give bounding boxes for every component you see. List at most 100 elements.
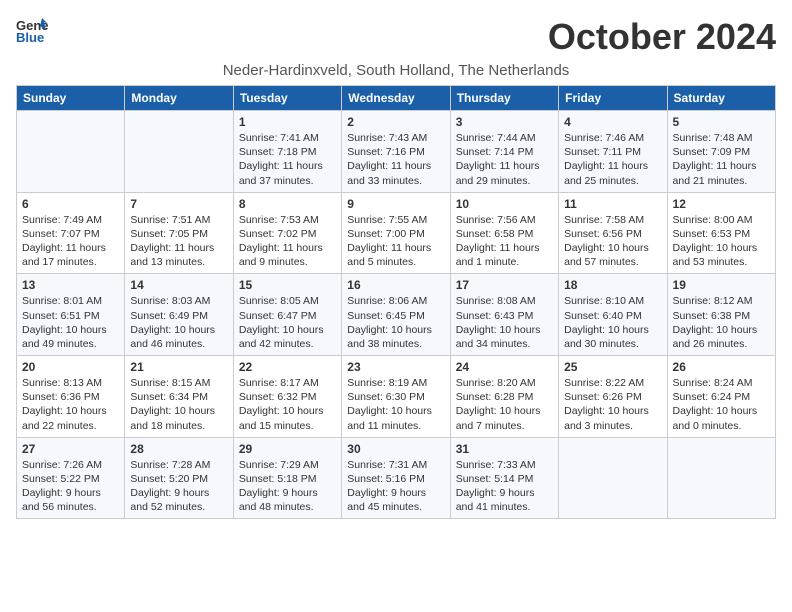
day-number: 28 bbox=[130, 442, 227, 456]
day-detail: Sunrise: 7:26 AM Sunset: 5:22 PM Dayligh… bbox=[22, 458, 119, 515]
day-detail: Sunrise: 7:48 AM Sunset: 7:09 PM Dayligh… bbox=[673, 131, 770, 188]
calendar-cell: 22 Sunrise: 8:17 AM Sunset: 6:32 PM Dayli… bbox=[233, 356, 341, 438]
day-detail: Sunrise: 7:49 AM Sunset: 7:07 PM Dayligh… bbox=[22, 213, 119, 270]
weekday-header-row: SundayMondayTuesdayWednesdayThursdayFrid… bbox=[17, 86, 776, 111]
day-detail: Sunrise: 8:15 AM Sunset: 6:34 PM Dayligh… bbox=[130, 376, 227, 433]
day-number: 4 bbox=[564, 115, 661, 129]
day-number: 15 bbox=[239, 278, 336, 292]
day-number: 20 bbox=[22, 360, 119, 374]
day-detail: Sunrise: 8:17 AM Sunset: 6:32 PM Dayligh… bbox=[239, 376, 336, 433]
calendar-cell: 8Sunrise: 7:53 AM Sunset: 7:02 PM Daylig… bbox=[233, 192, 341, 274]
day-detail: Sunrise: 8:24 AM Sunset: 6:24 PM Dayligh… bbox=[673, 376, 770, 433]
day-detail: Sunrise: 8:06 AM Sunset: 6:45 PM Dayligh… bbox=[347, 294, 444, 351]
day-number: 26 bbox=[673, 360, 770, 374]
day-number: 11 bbox=[564, 197, 661, 211]
calendar-cell: 10 Sunrise: 7:56 AM Sunset: 6:58 PM Dayli… bbox=[450, 192, 558, 274]
day-number: 14 bbox=[130, 278, 227, 292]
day-detail: Sunrise: 8:00 AM Sunset: 6:53 PM Dayligh… bbox=[673, 213, 770, 270]
calendar-cell: 23 Sunrise: 8:19 AM Sunset: 6:30 PM Dayli… bbox=[342, 356, 450, 438]
location-subtitle: Neder-Hardinxveld, South Holland, The Ne… bbox=[16, 62, 776, 79]
calendar-cell: 7Sunrise: 7:51 AM Sunset: 7:05 PM Daylig… bbox=[125, 192, 233, 274]
title-block: October 2024 bbox=[548, 16, 776, 58]
calendar-cell: 20 Sunrise: 8:13 AM Sunset: 6:36 PM Dayli… bbox=[17, 356, 125, 438]
day-number: 31 bbox=[456, 442, 553, 456]
calendar-cell: 18 Sunrise: 8:10 AM Sunset: 6:40 PM Dayli… bbox=[559, 274, 667, 356]
day-detail: Sunrise: 7:46 AM Sunset: 7:11 PM Dayligh… bbox=[564, 131, 661, 188]
calendar-cell: 25 Sunrise: 8:22 AM Sunset: 6:26 PM Dayli… bbox=[559, 356, 667, 438]
calendar-cell: 6 Sunrise: 7:49 AM Sunset: 7:07 PM Daylig… bbox=[17, 192, 125, 274]
weekday-header-friday: Friday bbox=[559, 86, 667, 111]
day-detail: Sunrise: 8:05 AM Sunset: 6:47 PM Dayligh… bbox=[239, 294, 336, 351]
calendar-cell: 19 Sunrise: 8:12 AM Sunset: 6:38 PM Dayli… bbox=[667, 274, 775, 356]
calendar-week-1: 1Sunrise: 7:41 AM Sunset: 7:18 PM Daylig… bbox=[17, 111, 776, 193]
calendar-cell bbox=[17, 111, 125, 193]
day-detail: Sunrise: 8:13 AM Sunset: 6:36 PM Dayligh… bbox=[22, 376, 119, 433]
day-number: 22 bbox=[239, 360, 336, 374]
day-detail: Sunrise: 8:20 AM Sunset: 6:28 PM Dayligh… bbox=[456, 376, 553, 433]
calendar-cell: 9 Sunrise: 7:55 AM Sunset: 7:00 PM Daylig… bbox=[342, 192, 450, 274]
weekday-header-wednesday: Wednesday bbox=[342, 86, 450, 111]
day-detail: Sunrise: 7:53 AM Sunset: 7:02 PM Dayligh… bbox=[239, 213, 336, 270]
calendar-week-4: 20 Sunrise: 8:13 AM Sunset: 6:36 PM Dayli… bbox=[17, 356, 776, 438]
calendar-cell bbox=[667, 437, 775, 519]
day-detail: Sunrise: 8:12 AM Sunset: 6:38 PM Dayligh… bbox=[673, 294, 770, 351]
logo: General Blue bbox=[16, 16, 48, 44]
day-detail: Sunrise: 7:58 AM Sunset: 6:56 PM Dayligh… bbox=[564, 213, 661, 270]
day-detail: Sunrise: 7:31 AM Sunset: 5:16 PM Dayligh… bbox=[347, 458, 444, 515]
day-number: 19 bbox=[673, 278, 770, 292]
day-detail: Sunrise: 7:29 AM Sunset: 5:18 PM Dayligh… bbox=[239, 458, 336, 515]
day-number: 25 bbox=[564, 360, 661, 374]
day-detail: Sunrise: 8:08 AM Sunset: 6:43 PM Dayligh… bbox=[456, 294, 553, 351]
day-detail: Sunrise: 7:51 AM Sunset: 7:05 PM Dayligh… bbox=[130, 213, 227, 270]
calendar-cell: 11 Sunrise: 7:58 AM Sunset: 6:56 PM Dayli… bbox=[559, 192, 667, 274]
day-number: 12 bbox=[673, 197, 770, 211]
calendar-cell: 29 Sunrise: 7:29 AM Sunset: 5:18 PM Dayli… bbox=[233, 437, 341, 519]
calendar-cell: 12 Sunrise: 8:00 AM Sunset: 6:53 PM Dayli… bbox=[667, 192, 775, 274]
calendar-week-5: 27 Sunrise: 7:26 AM Sunset: 5:22 PM Dayli… bbox=[17, 437, 776, 519]
day-number: 27 bbox=[22, 442, 119, 456]
day-number: 23 bbox=[347, 360, 444, 374]
page-header: General Blue October 2024 bbox=[16, 16, 776, 58]
day-number: 16 bbox=[347, 278, 444, 292]
weekday-header-sunday: Sunday bbox=[17, 86, 125, 111]
day-number: 29 bbox=[239, 442, 336, 456]
calendar-cell: 1Sunrise: 7:41 AM Sunset: 7:18 PM Daylig… bbox=[233, 111, 341, 193]
day-detail: Sunrise: 8:03 AM Sunset: 6:49 PM Dayligh… bbox=[130, 294, 227, 351]
month-title: October 2024 bbox=[548, 16, 776, 58]
svg-text:Blue: Blue bbox=[16, 30, 44, 44]
day-detail: Sunrise: 8:01 AM Sunset: 6:51 PM Dayligh… bbox=[22, 294, 119, 351]
calendar-week-3: 13 Sunrise: 8:01 AM Sunset: 6:51 PM Dayli… bbox=[17, 274, 776, 356]
calendar-cell: 21Sunrise: 8:15 AM Sunset: 6:34 PM Dayli… bbox=[125, 356, 233, 438]
calendar-cell: 13 Sunrise: 8:01 AM Sunset: 6:51 PM Dayli… bbox=[17, 274, 125, 356]
day-number: 13 bbox=[22, 278, 119, 292]
calendar-cell: 2Sunrise: 7:43 AM Sunset: 7:16 PM Daylig… bbox=[342, 111, 450, 193]
calendar-table: SundayMondayTuesdayWednesdayThursdayFrid… bbox=[16, 85, 776, 519]
calendar-week-2: 6 Sunrise: 7:49 AM Sunset: 7:07 PM Daylig… bbox=[17, 192, 776, 274]
calendar-cell: 27 Sunrise: 7:26 AM Sunset: 5:22 PM Dayli… bbox=[17, 437, 125, 519]
day-detail: Sunrise: 8:22 AM Sunset: 6:26 PM Dayligh… bbox=[564, 376, 661, 433]
day-detail: Sunrise: 8:10 AM Sunset: 6:40 PM Dayligh… bbox=[564, 294, 661, 351]
logo-icon: General Blue bbox=[16, 16, 48, 44]
calendar-cell: 3Sunrise: 7:44 AM Sunset: 7:14 PM Daylig… bbox=[450, 111, 558, 193]
calendar-cell: 31Sunrise: 7:33 AM Sunset: 5:14 PM Dayli… bbox=[450, 437, 558, 519]
day-detail: Sunrise: 8:19 AM Sunset: 6:30 PM Dayligh… bbox=[347, 376, 444, 433]
calendar-cell: 30Sunrise: 7:31 AM Sunset: 5:16 PM Dayli… bbox=[342, 437, 450, 519]
day-number: 10 bbox=[456, 197, 553, 211]
calendar-cell: 16 Sunrise: 8:06 AM Sunset: 6:45 PM Dayli… bbox=[342, 274, 450, 356]
day-number: 3 bbox=[456, 115, 553, 129]
calendar-cell bbox=[125, 111, 233, 193]
day-number: 18 bbox=[564, 278, 661, 292]
day-number: 6 bbox=[22, 197, 119, 211]
day-detail: Sunrise: 7:55 AM Sunset: 7:00 PM Dayligh… bbox=[347, 213, 444, 270]
day-detail: Sunrise: 7:56 AM Sunset: 6:58 PM Dayligh… bbox=[456, 213, 553, 270]
day-number: 9 bbox=[347, 197, 444, 211]
day-detail: Sunrise: 7:28 AM Sunset: 5:20 PM Dayligh… bbox=[130, 458, 227, 515]
calendar-cell: 28 Sunrise: 7:28 AM Sunset: 5:20 PM Dayli… bbox=[125, 437, 233, 519]
day-number: 5 bbox=[673, 115, 770, 129]
day-number: 24 bbox=[456, 360, 553, 374]
weekday-header-thursday: Thursday bbox=[450, 86, 558, 111]
calendar-cell: 24 Sunrise: 8:20 AM Sunset: 6:28 PM Dayli… bbox=[450, 356, 558, 438]
calendar-cell: 14 Sunrise: 8:03 AM Sunset: 6:49 PM Dayli… bbox=[125, 274, 233, 356]
day-number: 2 bbox=[347, 115, 444, 129]
weekday-header-saturday: Saturday bbox=[667, 86, 775, 111]
